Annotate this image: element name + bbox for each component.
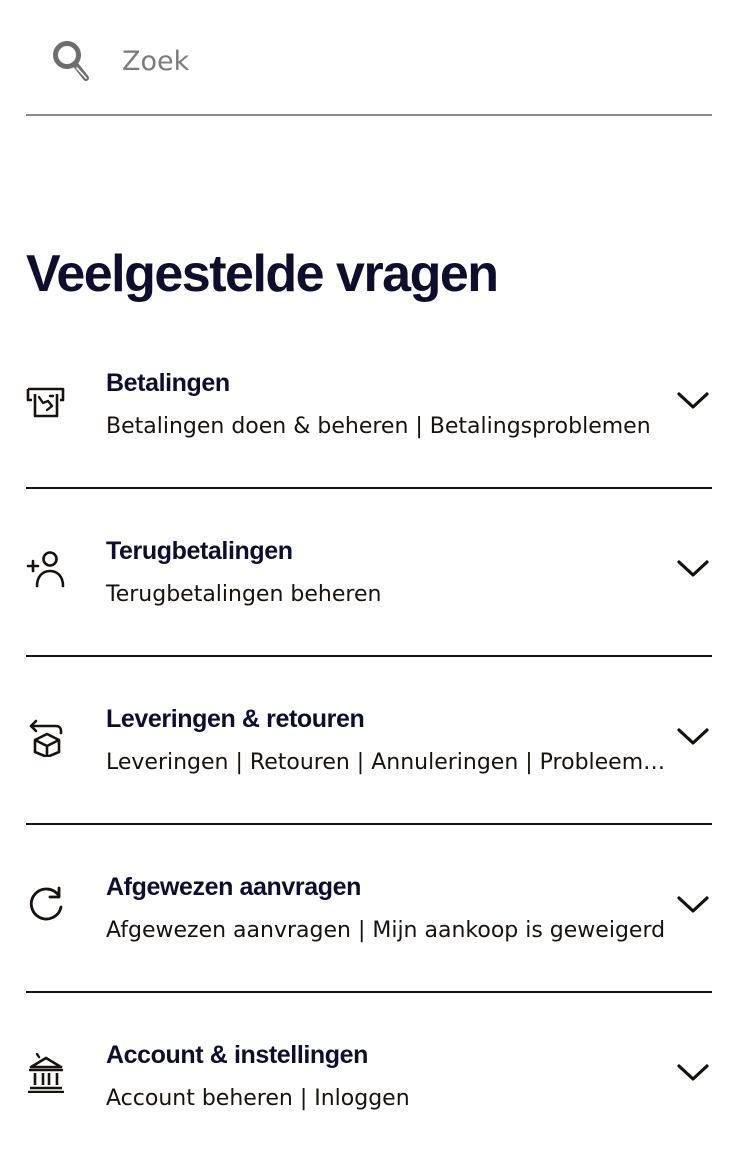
faq-item-title: Account & instellingen: [106, 1041, 369, 1069]
refresh-icon: [29, 886, 63, 921]
faq-item-subtitle: Leveringen | Retouren | Annuleringen | P…: [106, 750, 666, 775]
chevron-down-icon[interactable]: [676, 723, 710, 749]
search-input[interactable]: [122, 38, 682, 84]
faq-item-leveringen[interactable]: Leveringen & retouren Leveringen | Retou…: [26, 657, 712, 825]
faq-item-title: Betalingen: [106, 369, 230, 397]
faq-item-account[interactable]: Account & instellingen Account beheren |…: [26, 993, 712, 1161]
person-add-icon: [26, 551, 65, 588]
faq-item-subtitle: Betalingen doen & beheren | Betalingspro…: [106, 414, 651, 439]
faq-item-betalingen[interactable]: Betalingen Betalingen doen & beheren | B…: [26, 321, 712, 489]
faq-item-afgewezen[interactable]: Afgewezen aanvragen Afgewezen aanvragen …: [26, 825, 712, 993]
faq-item-title: Terugbetalingen: [106, 537, 293, 565]
faq-list: Betalingen Betalingen doen & beheren | B…: [26, 321, 712, 1161]
chevron-down-icon[interactable]: [676, 387, 710, 413]
search-icon[interactable]: [50, 38, 94, 86]
chevron-down-icon[interactable]: [676, 555, 710, 581]
bank-icon: [28, 1053, 64, 1093]
search-bar: [26, 0, 712, 116]
faq-item-terugbetalingen[interactable]: Terugbetalingen Terugbetalingen beheren: [26, 489, 712, 657]
chevron-down-icon[interactable]: [676, 1059, 710, 1085]
faq-item-subtitle: Afgewezen aanvragen | Mijn aankoop is ge…: [106, 918, 666, 943]
package-return-icon: [29, 719, 63, 757]
payment-card-icon: [26, 387, 65, 418]
chevron-down-icon[interactable]: [676, 891, 710, 917]
faq-item-title: Leveringen & retouren: [106, 705, 365, 733]
faq-item-subtitle: Terugbetalingen beheren: [106, 582, 382, 607]
faq-item-subtitle: Account beheren | Inloggen: [106, 1086, 410, 1111]
page-title: Veelgestelde vragen: [26, 245, 499, 303]
faq-item-title: Afgewezen aanvragen: [106, 873, 361, 901]
